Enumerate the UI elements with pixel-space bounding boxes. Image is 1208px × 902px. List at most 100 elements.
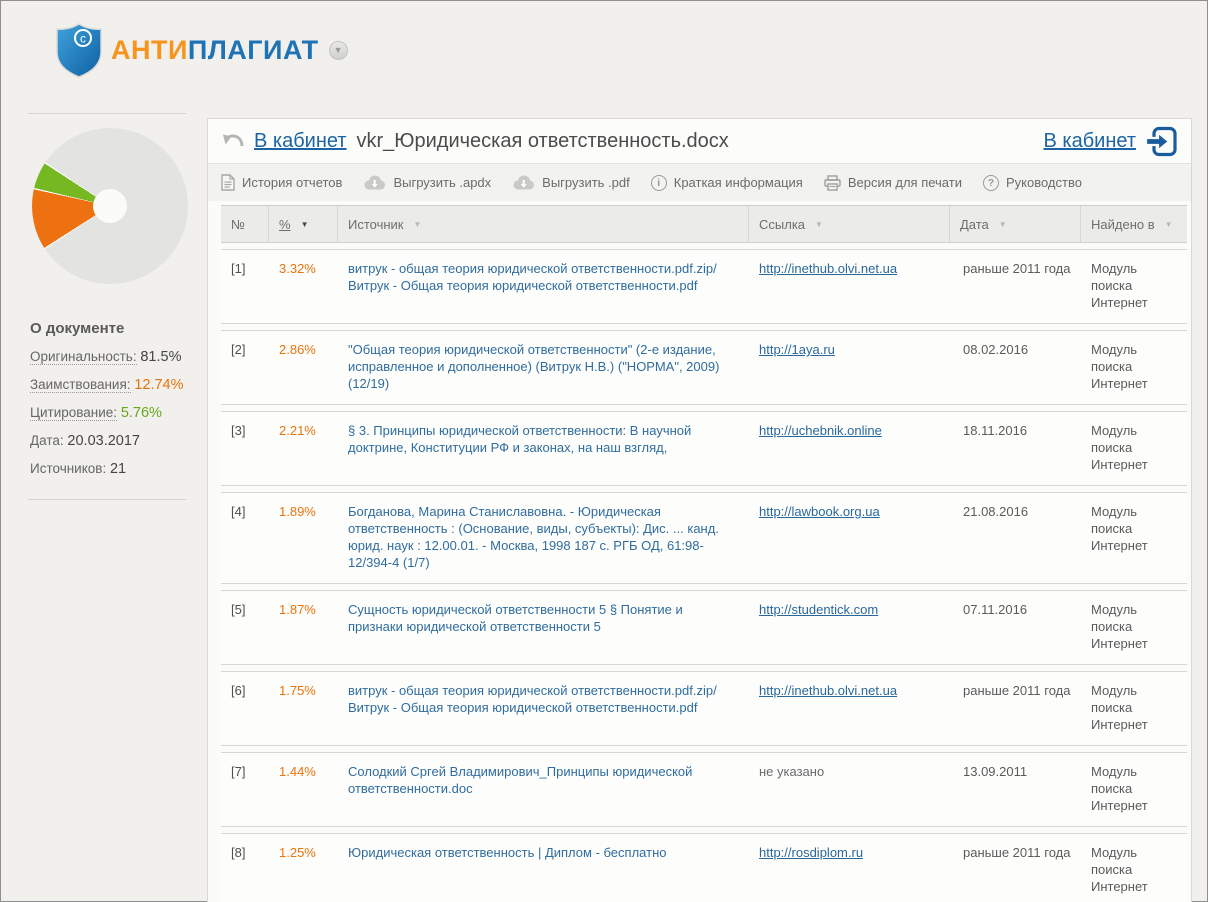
row-link: не указано <box>749 753 950 826</box>
about-document-title: О документе <box>30 320 188 337</box>
sort-icon: ▼ <box>414 220 422 229</box>
row-number: [3] <box>221 412 269 485</box>
row-source-text: Сущность юридической ответственности 5 §… <box>338 591 749 664</box>
table-row: [4]1.89%Богданова, Марина Станиславовна.… <box>221 492 1187 584</box>
app-logo: c АНТИПЛАГИАТ ▼ <box>55 22 348 78</box>
stat-borrowed: Заимствования: 12.74% <box>30 377 188 393</box>
export-apdx-button[interactable]: Выгрузить .apdx <box>363 175 491 190</box>
row-percent: 2.86% <box>269 331 338 404</box>
brief-info-button[interactable]: i Краткая информация <box>651 175 803 191</box>
no-link-text: не указано <box>759 764 824 779</box>
document-title: vkr_Юридическая ответственность.docx <box>357 130 729 153</box>
print-version-button[interactable]: Версия для печати <box>824 175 962 191</box>
row-link: http://studentick.com <box>749 591 950 664</box>
help-icon: ? <box>983 175 999 191</box>
table-row: [2]2.86%"Общая теория юридической ответс… <box>221 330 1187 405</box>
source-url-link[interactable]: http://1aya.ru <box>759 342 835 357</box>
document-sidebar: О документе Оригинальность: 81.5% Заимст… <box>28 113 188 500</box>
row-date: 08.02.2016 <box>950 331 1081 404</box>
originality-pie-chart <box>32 128 188 284</box>
column-header-number: № <box>221 206 269 242</box>
sources-table-header: № % ▼ Источник ▼ Ссылка ▼ Дата ▼ Найдено… <box>221 205 1187 243</box>
source-url-link[interactable]: http://lawbook.org.ua <box>759 504 880 519</box>
stat-citation: Цитирование: 5.76% <box>30 405 188 421</box>
row-percent: 1.44% <box>269 753 338 826</box>
row-link: http://inethub.olvi.net.ua <box>749 250 950 323</box>
exit-to-cabinet-icon[interactable] <box>1144 125 1178 158</box>
column-header-percent[interactable]: % ▼ <box>269 206 338 242</box>
row-found-in: Модуль поиска Интернет <box>1081 331 1187 404</box>
info-icon: i <box>651 175 667 191</box>
sort-icon: ▼ <box>999 220 1007 229</box>
row-number: [8] <box>221 834 269 902</box>
row-found-in: Модуль поиска Интернет <box>1081 672 1187 745</box>
export-pdf-button[interactable]: Выгрузить .pdf <box>512 175 630 190</box>
table-row: [6]1.75%витрук - общая теория юридическо… <box>221 671 1187 746</box>
row-link: http://rosdiplom.ru <box>749 834 950 902</box>
row-percent: 1.89% <box>269 493 338 583</box>
column-header-found-in[interactable]: Найдено в ▼ <box>1081 206 1187 242</box>
source-url-link[interactable]: http://inethub.olvi.net.ua <box>759 683 897 698</box>
source-url-link[interactable]: http://uchebnik.online <box>759 423 882 438</box>
row-date: 13.09.2011 <box>950 753 1081 826</box>
stat-sources-count: Источников: 21 <box>30 461 188 477</box>
row-link: http://uchebnik.online <box>749 412 950 485</box>
stat-originality: Оригинальность: 81.5% <box>30 349 188 365</box>
row-found-in: Модуль поиска Интернет <box>1081 412 1187 485</box>
row-date: 07.11.2016 <box>950 591 1081 664</box>
row-number: [1] <box>221 250 269 323</box>
row-source-text: Солодкий Сргей Владимирович_Принципы юри… <box>338 753 749 826</box>
row-date: 21.08.2016 <box>950 493 1081 583</box>
row-source-text: витрук - общая теория юридической ответс… <box>338 250 749 323</box>
logo-dropdown-button[interactable]: ▼ <box>329 41 348 60</box>
row-number: [6] <box>221 672 269 745</box>
row-number: [4] <box>221 493 269 583</box>
row-source-text: § 3. Принципы юридической ответственност… <box>338 412 749 485</box>
cabinet-link-right[interactable]: В кабинет <box>1044 130 1137 153</box>
row-date: 18.11.2016 <box>950 412 1081 485</box>
cabinet-link-left[interactable]: В кабинет <box>254 130 347 153</box>
source-url-link[interactable]: http://inethub.olvi.net.ua <box>759 261 897 276</box>
column-header-date[interactable]: Дата ▼ <box>950 206 1081 242</box>
sidebar-divider-top <box>28 113 186 114</box>
sidebar-divider-bottom <box>28 499 186 500</box>
table-row: [7]1.44%Солодкий Сргей Владимирович_Прин… <box>221 752 1187 827</box>
source-url-link[interactable]: http://rosdiplom.ru <box>759 845 863 860</box>
row-link: http://inethub.olvi.net.ua <box>749 672 950 745</box>
row-number: [2] <box>221 331 269 404</box>
row-source-text: Богданова, Марина Станиславовна. - Юриди… <box>338 493 749 583</box>
report-history-icon <box>221 174 235 191</box>
table-row: [3]2.21%§ 3. Принципы юридической ответс… <box>221 411 1187 486</box>
report-title-bar: В кабинет vkr_Юридическая ответственност… <box>208 119 1191 164</box>
pie-chart-hole <box>93 189 127 223</box>
cloud-download-icon <box>363 175 386 190</box>
row-date: раньше 2011 года <box>950 672 1081 745</box>
row-source-text: "Общая теория юридической ответственност… <box>338 331 749 404</box>
guide-button[interactable]: ? Руководство <box>983 175 1082 191</box>
table-row: [5]1.87%Сущность юридической ответственн… <box>221 590 1187 665</box>
row-found-in: Модуль поиска Интернет <box>1081 753 1187 826</box>
history-of-reports-button[interactable]: История отчетов <box>221 174 342 191</box>
sources-table-body: [1]3.32%витрук - общая теория юридическо… <box>221 249 1187 902</box>
sort-icon: ▼ <box>815 220 823 229</box>
cloud-download-icon <box>512 175 535 190</box>
row-percent: 1.75% <box>269 672 338 745</box>
source-url-link[interactable]: http://studentick.com <box>759 602 878 617</box>
row-number: [7] <box>221 753 269 826</box>
row-percent: 2.21% <box>269 412 338 485</box>
row-date: раньше 2011 года <box>950 834 1081 902</box>
row-found-in: Модуль поиска Интернет <box>1081 834 1187 902</box>
table-row: [1]3.32%витрук - общая теория юридическо… <box>221 249 1187 324</box>
svg-text:c: c <box>80 32 86 46</box>
row-found-in: Модуль поиска Интернет <box>1081 250 1187 323</box>
report-toolbar: История отчетов Выгрузить .apdx <box>208 164 1191 201</box>
row-link: http://1aya.ru <box>749 331 950 404</box>
shield-logo-icon: c <box>55 22 103 78</box>
column-header-link[interactable]: Ссылка ▼ <box>749 206 950 242</box>
column-header-source[interactable]: Источник ▼ <box>338 206 749 242</box>
back-arrow-icon[interactable] <box>221 131 245 151</box>
row-percent: 3.32% <box>269 250 338 323</box>
row-found-in: Модуль поиска Интернет <box>1081 493 1187 583</box>
row-found-in: Модуль поиска Интернет <box>1081 591 1187 664</box>
row-source-text: витрук - общая теория юридической ответс… <box>338 672 749 745</box>
